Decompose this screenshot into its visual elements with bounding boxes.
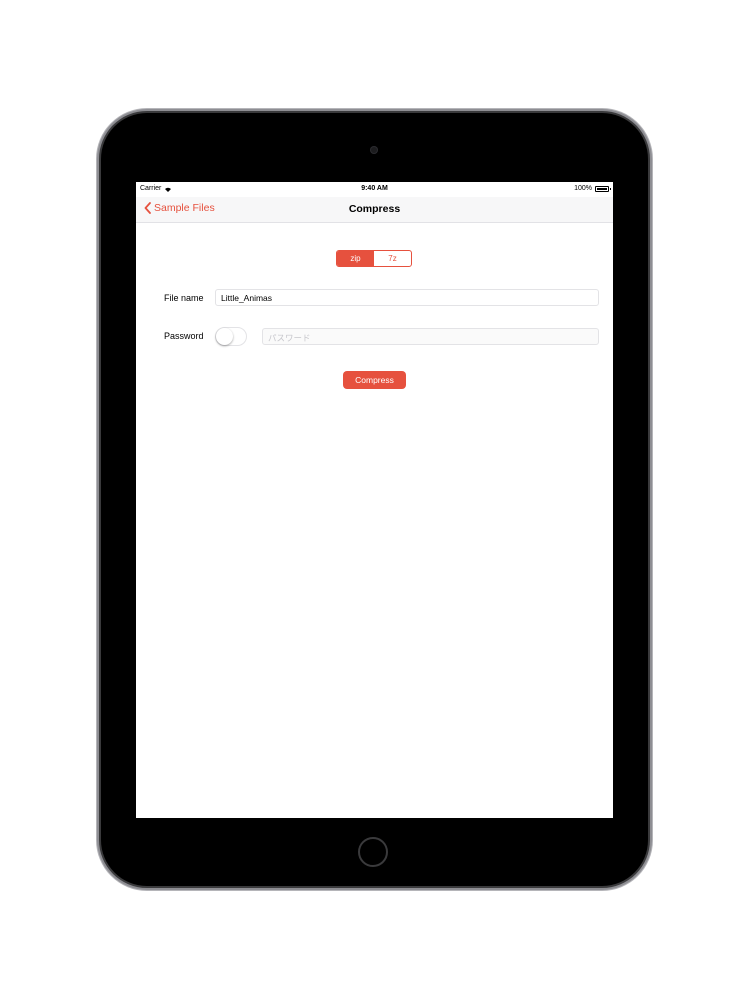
file-name-field[interactable]: Little_Animas [215,289,599,306]
home-button[interactable] [358,837,388,867]
file-name-label: File name [164,293,204,303]
battery-icon [595,185,611,192]
status-bar: Carrier 9:40 AM 100% [136,182,613,197]
status-time: 9:40 AM [361,185,388,192]
ipad-device: Carrier 9:40 AM 100% Sample Files Compre… [101,113,648,886]
status-right: 100% [574,185,611,192]
camera-icon [370,146,378,154]
password-toggle[interactable] [215,327,247,346]
navigation-bar: Sample Files Compress [136,197,613,223]
toggle-knob [216,328,233,345]
segment-7z[interactable]: 7z [374,251,411,266]
password-field[interactable]: パスワード [262,328,599,345]
compress-button[interactable]: Compress [343,371,406,389]
format-segmented-control: zip 7z [336,250,412,267]
app-screen: Carrier 9:40 AM 100% Sample Files Compre… [136,182,613,818]
segment-zip[interactable]: zip [337,251,374,266]
password-label: Password [164,331,204,341]
battery-percent: 100% [574,185,592,192]
page-title: Compress [348,203,401,215]
